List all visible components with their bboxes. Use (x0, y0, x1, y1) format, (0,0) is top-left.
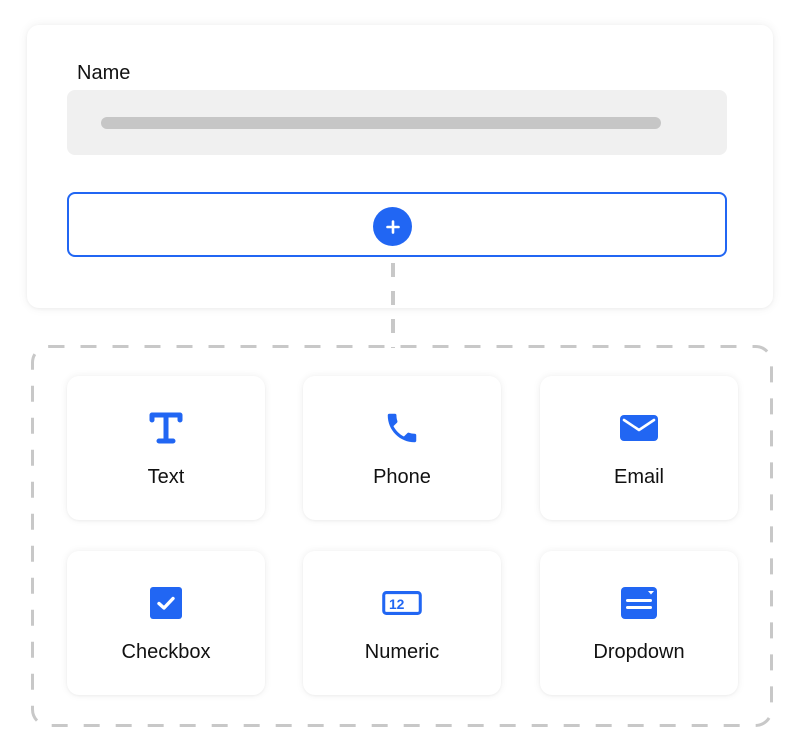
field-type-numeric[interactable]: 12 Numeric (303, 551, 501, 695)
phone-icon (382, 408, 422, 448)
field-type-text[interactable]: Text (67, 376, 265, 520)
text-icon (146, 408, 186, 448)
checkbox-icon (146, 583, 186, 623)
dropdown-icon (619, 583, 659, 623)
field-type-palette: Text Phone Email Checkbox 12 Numeric Dro… (31, 345, 773, 727)
dashed-connector (391, 263, 395, 348)
tile-label: Text (147, 466, 185, 488)
form-card: Name (27, 25, 773, 308)
tile-label: Email (613, 466, 664, 488)
email-icon (619, 408, 659, 448)
field-type-dropdown[interactable]: Dropdown (540, 551, 738, 695)
tile-label: Phone (373, 466, 431, 488)
tile-label: Checkbox (121, 641, 211, 663)
field-type-checkbox[interactable]: Checkbox (67, 551, 265, 695)
add-field-button[interactable] (373, 207, 412, 246)
field-type-phone[interactable]: Phone (303, 376, 501, 520)
plus-icon (385, 219, 400, 234)
tile-label: Dropdown (593, 641, 685, 663)
field-type-email[interactable]: Email (540, 376, 738, 520)
name-field-label: Name (77, 62, 131, 84)
numeric-icon: 12 (382, 583, 422, 623)
tile-label: Numeric (364, 641, 440, 663)
name-input[interactable] (67, 90, 727, 155)
svg-text:12: 12 (389, 596, 405, 612)
input-placeholder-bar (101, 117, 661, 129)
